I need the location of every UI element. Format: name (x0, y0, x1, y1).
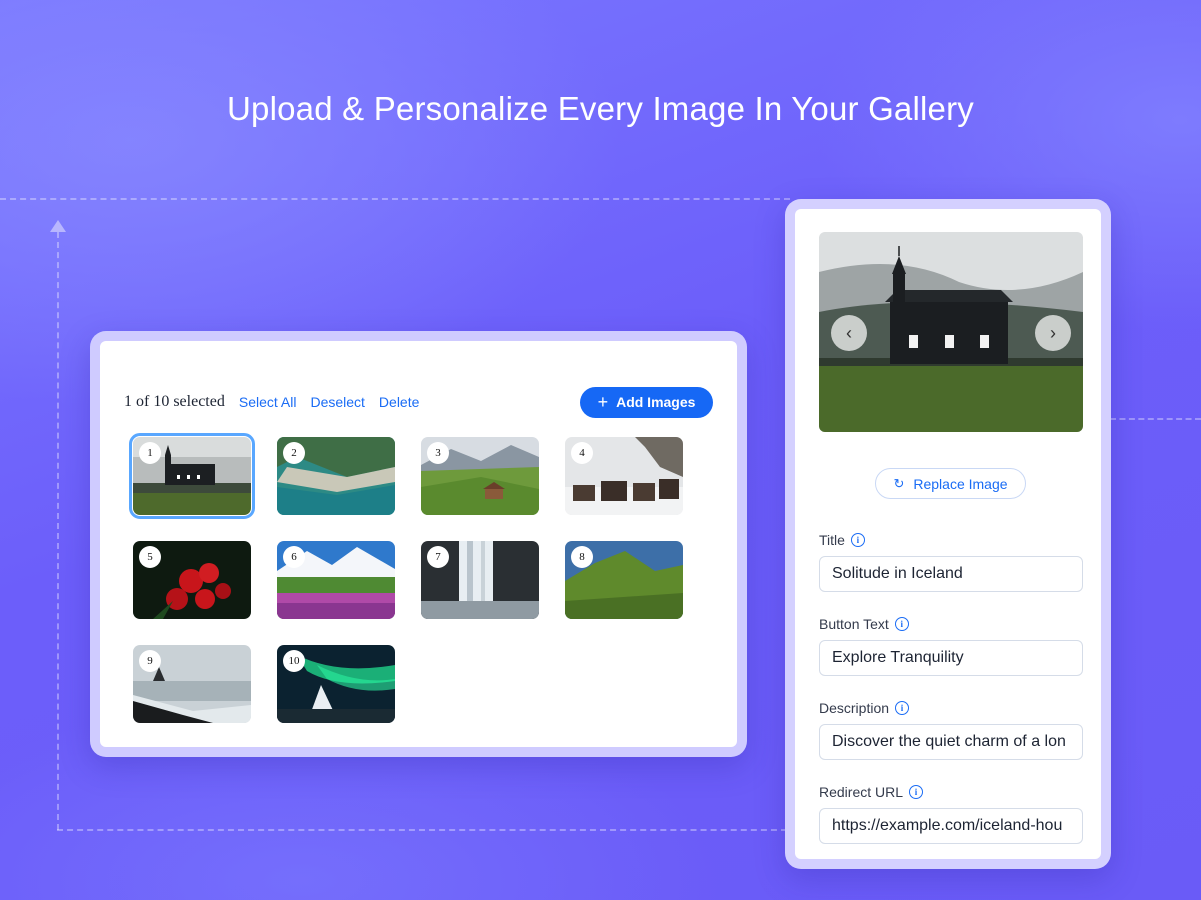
image-editor-panel: ‹ › ↻ Replace Image Title i Solitude in … (795, 209, 1101, 859)
selection-count: 1 of 10 selected (124, 393, 225, 410)
description-label: Description i (819, 700, 910, 716)
title-input[interactable]: Solitude in Iceland (819, 556, 1083, 592)
info-icon[interactable]: i (894, 617, 909, 631)
thumbnail-number: 2 (283, 442, 305, 464)
image-preview: ‹ › (819, 232, 1083, 432)
gallery-thumbnail[interactable]: 6 (277, 541, 395, 619)
thumbnail-number: 3 (427, 442, 449, 464)
description-label-text: Description (819, 700, 890, 716)
title-label-text: Title (819, 532, 845, 548)
gallery-thumbnail[interactable]: 8 (565, 541, 683, 619)
info-icon[interactable]: i (909, 785, 924, 799)
gallery-thumbnail[interactable]: 10 (277, 645, 395, 723)
info-icon[interactable]: i (895, 701, 910, 715)
gallery-thumbnail[interactable]: 9 (133, 645, 251, 723)
page-headline: Upload & Personalize Every Image In Your… (227, 90, 974, 127)
info-icon[interactable]: i (850, 533, 865, 547)
gallery-panel: 1 of 10 selected Select All Deselect Del… (100, 341, 737, 747)
dashed-guide-right (1110, 418, 1201, 420)
dashed-guide-top (0, 198, 790, 200)
gallery-thumbnail[interactable]: 7 (421, 541, 539, 619)
thumbnail-number: 7 (427, 546, 449, 568)
gallery-toolbar: 1 of 10 selected Select All Deselect Del… (124, 386, 713, 418)
deselect-link[interactable]: Deselect (310, 394, 364, 410)
replace-image-label: Replace Image (913, 475, 1008, 492)
thumbnail-number: 5 (139, 546, 161, 568)
arrow-up-icon (50, 220, 66, 232)
previous-image-button[interactable]: ‹ (831, 315, 867, 351)
select-all-link[interactable]: Select All (239, 394, 297, 410)
redirect-url-label-text: Redirect URL (819, 784, 904, 800)
description-input[interactable]: Discover the quiet charm of a lon (819, 724, 1083, 760)
image-editor-frame: ‹ › ↻ Replace Image Title i Solitude in … (785, 199, 1111, 869)
thumbnail-number: 8 (571, 546, 593, 568)
add-images-button[interactable]: + Add Images (580, 386, 713, 418)
delete-link[interactable]: Delete (379, 394, 419, 410)
gallery-thumbnail[interactable]: 3 (421, 437, 539, 515)
plus-icon: + (597, 392, 609, 412)
title-label: Title i (819, 532, 865, 548)
chevron-right-icon: › (1050, 322, 1056, 343)
refresh-icon: ↻ (893, 475, 905, 491)
thumbnail-number: 4 (571, 442, 593, 464)
thumbnail-number: 1 (139, 442, 161, 464)
dashed-guide-left (57, 232, 59, 830)
thumbnail-number: 6 (283, 546, 305, 568)
next-image-button[interactable]: › (1035, 315, 1071, 351)
chevron-left-icon: ‹ (846, 322, 852, 343)
thumbnail-number: 9 (139, 650, 161, 672)
gallery-panel-frame: 1 of 10 selected Select All Deselect Del… (90, 331, 747, 757)
gallery-thumbnail[interactable]: 5 (133, 541, 251, 619)
dashed-guide-bottom (57, 829, 787, 831)
gallery-thumbnail[interactable]: 1 (129, 433, 255, 519)
thumbnail-number: 10 (283, 650, 305, 672)
replace-image-button[interactable]: ↻ Replace Image (875, 468, 1026, 499)
redirect-url-input[interactable]: https://example.com/iceland-hou (819, 808, 1083, 844)
redirect-url-label: Redirect URL i (819, 784, 924, 800)
gallery-thumbnail[interactable]: 2 (277, 437, 395, 515)
gallery-thumbnail[interactable]: 4 (565, 437, 683, 515)
button-text-label-text: Button Text (819, 616, 889, 632)
add-images-label: Add Images (616, 394, 696, 410)
button-text-label: Button Text i (819, 616, 909, 632)
button-text-input[interactable]: Explore Tranquility (819, 640, 1083, 676)
